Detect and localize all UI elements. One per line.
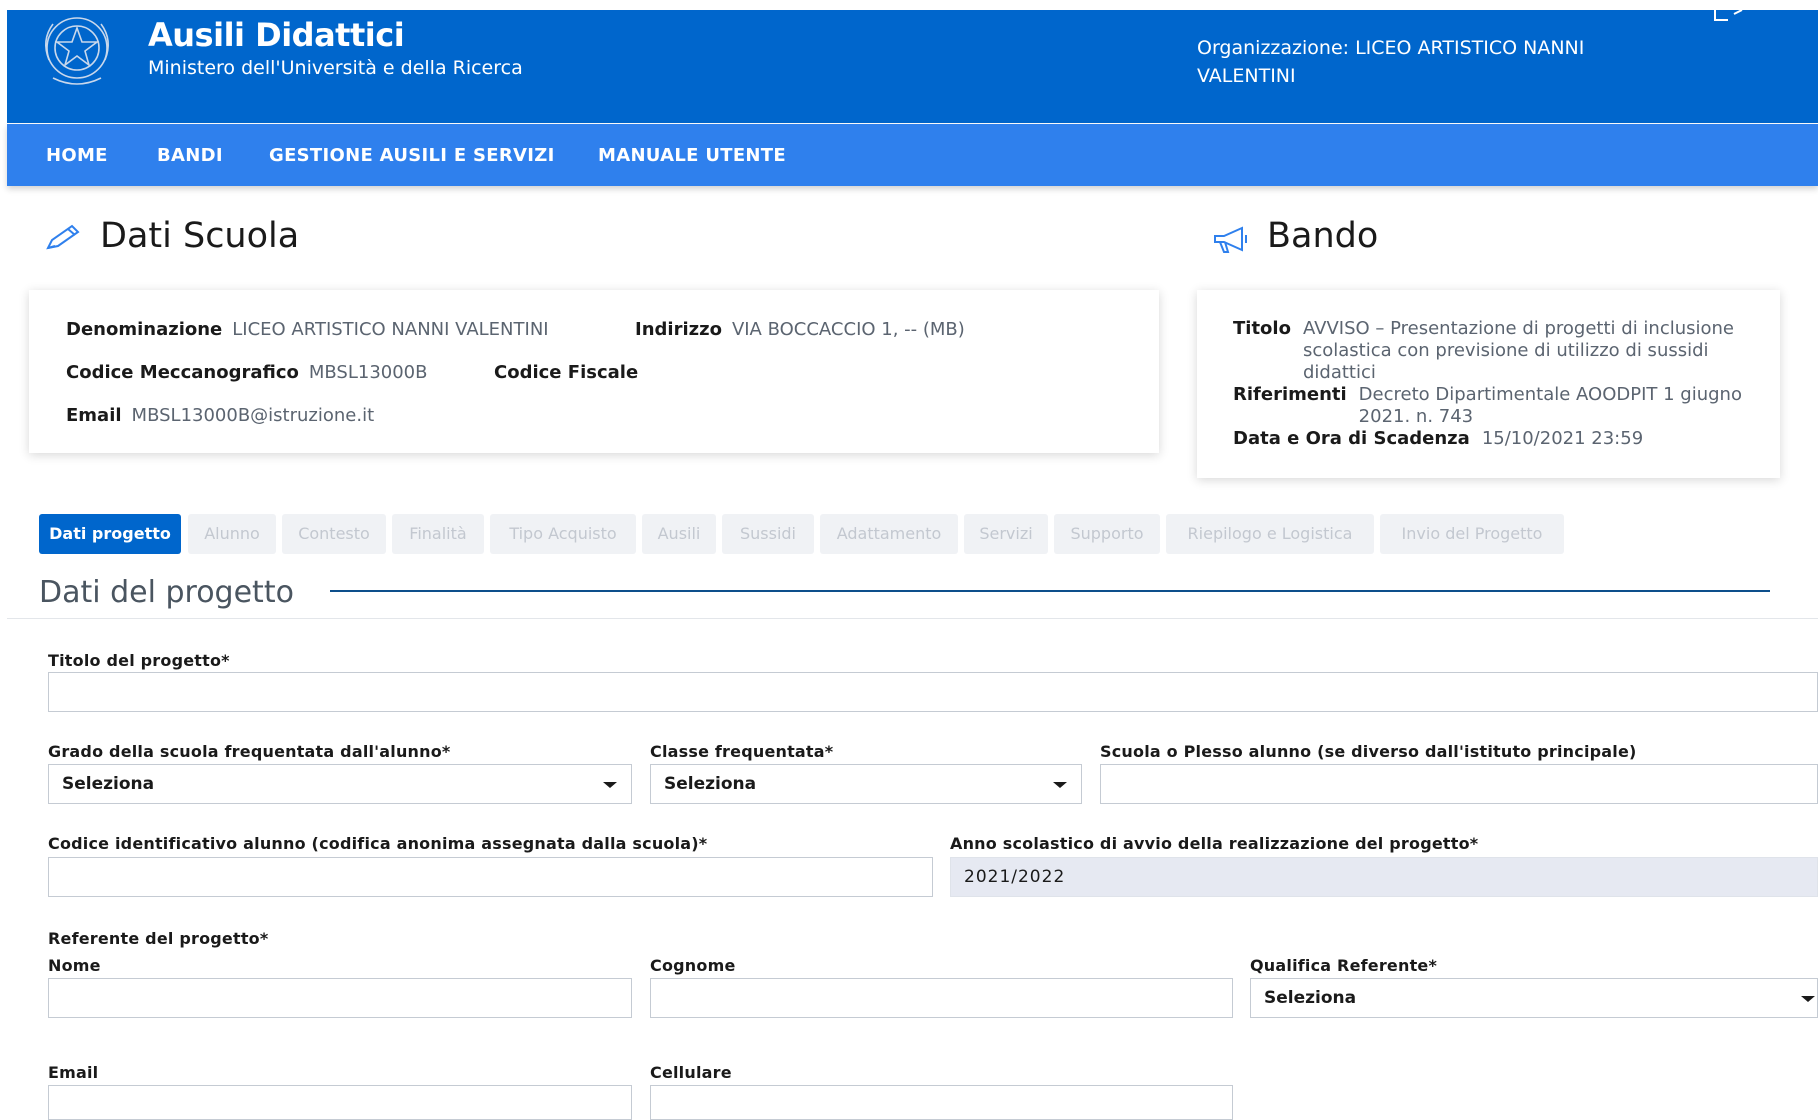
- tab-ausili[interactable]: Ausili: [642, 514, 716, 554]
- classe-frequentata-select[interactable]: Seleziona: [650, 764, 1082, 804]
- nav-manuale-utente[interactable]: MANUALE UTENTE: [598, 145, 786, 166]
- classe-frequentata-value: Seleziona: [664, 774, 757, 794]
- indirizzo-value: VIA BOCCACCIO 1, -- (MB): [731, 319, 965, 340]
- tab-dati-progetto[interactable]: Dati progetto: [39, 514, 181, 554]
- app-subtitle: Ministero dell'Università e della Ricerc…: [148, 57, 523, 79]
- grado-scuola-select[interactable]: Seleziona: [48, 764, 632, 804]
- qualifica-referente-select[interactable]: Seleziona: [1250, 978, 1818, 1018]
- nav-bandi[interactable]: BANDI: [157, 145, 223, 166]
- nome-input[interactable]: [48, 978, 632, 1018]
- tab-alunno[interactable]: Alunno: [188, 514, 276, 554]
- tab-finalita[interactable]: Finalità: [392, 514, 484, 554]
- bando-details: Titolo AVVISO – Presentazione di progett…: [1233, 318, 1753, 450]
- organization-label: Organizzazione: LICEO ARTISTICO NANNI VA…: [1197, 37, 1585, 87]
- nome-label: Nome: [48, 956, 101, 975]
- chevron-down-icon: [1801, 996, 1815, 1002]
- riferimenti-row: Riferimenti Decreto Dipartimentale AOODP…: [1233, 384, 1753, 428]
- school-card: Denominazione LICEO ARTISTICO NANNI VALEN…: [29, 290, 1159, 453]
- grado-scuola-value: Seleziona: [62, 774, 155, 794]
- titolo-row: Titolo AVVISO – Presentazione di progett…: [1233, 318, 1753, 384]
- bando-card: Titolo AVVISO – Presentazione di progett…: [1197, 290, 1780, 478]
- dati-scuola-title: Dati Scuola: [100, 216, 300, 256]
- denominazione-value: LICEO ARTISTICO NANNI VALENTINI: [232, 319, 549, 340]
- cognome-input[interactable]: [650, 978, 1233, 1018]
- tab-adattamento[interactable]: Adattamento: [820, 514, 958, 554]
- tab-servizi[interactable]: Servizi: [964, 514, 1048, 554]
- app-root: Ausili Didattici Ministero dell'Universi…: [0, 0, 1818, 1120]
- tab-invio-progetto[interactable]: Invio del Progetto: [1380, 514, 1564, 554]
- header: Ausili Didattici Ministero dell'Universi…: [7, 10, 1818, 123]
- anno-scolastico-label: Anno scolastico di avvio della realizzaz…: [950, 834, 1479, 853]
- riferimenti-value: Decreto Dipartimentale AOODPIT 1 giugno …: [1358, 384, 1742, 427]
- tab-tipo-acquisto[interactable]: Tipo Acquisto: [490, 514, 636, 554]
- referente-label: Referente del progetto*: [48, 929, 269, 948]
- scadenza-label: Data e Ora di Scadenza: [1233, 428, 1470, 449]
- codice-meccanografico-value: MBSL13000B: [308, 362, 428, 383]
- email-value: MBSL13000B@istruzione.it: [131, 405, 375, 426]
- nav-home[interactable]: HOME: [46, 145, 108, 166]
- email-row: Email MBSL13000B@istruzione.it: [66, 405, 374, 426]
- form-legend: Dati del progetto: [39, 575, 294, 610]
- denominazione-label: Denominazione: [66, 319, 223, 340]
- scadenza-row: Data e Ora di Scadenza 15/10/2021 23:59: [1233, 428, 1753, 450]
- republic-emblem-icon: [45, 17, 109, 85]
- indirizzo-label: Indirizzo: [635, 319, 722, 340]
- titolo-progetto-input[interactable]: [48, 672, 1818, 712]
- riferimenti-label: Riferimenti: [1233, 384, 1347, 405]
- qualifica-referente-value: Seleziona: [1264, 988, 1357, 1008]
- codice-meccanografico-row: Codice Meccanografico MBSL13000B: [66, 362, 428, 383]
- scuola-plesso-input[interactable]: [1100, 764, 1818, 804]
- grado-scuola-label: Grado della scuola frequentata dall'alun…: [48, 742, 451, 761]
- titolo-progetto-label: Titolo del progetto*: [48, 651, 230, 670]
- tab-contesto[interactable]: Contesto: [282, 514, 386, 554]
- codice-meccanografico-label: Codice Meccanografico: [66, 362, 299, 383]
- codice-fiscale-label: Codice Fiscale: [494, 362, 639, 383]
- chevron-down-icon: [603, 782, 617, 788]
- tab-riepilogo-logistica[interactable]: Riepilogo e Logistica: [1166, 514, 1374, 554]
- email-referente-label: Email: [48, 1063, 99, 1082]
- codice-alunno-input[interactable]: [48, 857, 933, 897]
- nav-gestione-ausili[interactable]: GESTIONE AUSILI E SERVIZI: [269, 145, 555, 166]
- pencil-icon: [46, 224, 80, 250]
- anno-scolastico-field: 2021/2022: [950, 857, 1818, 897]
- codice-alunno-label: Codice identificativo alunno (codifica a…: [48, 834, 708, 853]
- section-rule: [7, 618, 1818, 619]
- cognome-label: Cognome: [650, 956, 736, 975]
- bando-title: Bando: [1267, 216, 1379, 256]
- chevron-down-icon: [1053, 782, 1067, 788]
- cellulare-input[interactable]: [650, 1085, 1233, 1120]
- email-label: Email: [66, 405, 122, 426]
- tab-supporto[interactable]: Supporto: [1054, 514, 1160, 554]
- scuola-plesso-label: Scuola o Plesso alunno (se diverso dall'…: [1100, 742, 1637, 761]
- denominazione-row: Denominazione LICEO ARTISTICO NANNI VALEN…: [66, 319, 549, 340]
- classe-frequentata-label: Classe frequentata*: [650, 742, 834, 761]
- megaphone-icon: [1214, 226, 1247, 253]
- titolo-value: AVVISO – Presentazione di progetti di in…: [1302, 318, 1735, 383]
- app-title: Ausili Didattici: [148, 16, 405, 54]
- email-referente-input[interactable]: [48, 1085, 632, 1120]
- qualifica-referente-label: Qualifica Referente*: [1250, 956, 1438, 975]
- scadenza-value: 15/10/2021 23:59: [1481, 428, 1644, 449]
- logout-icon[interactable]: [1712, 10, 1746, 24]
- codice-fiscale-row: Codice Fiscale: [494, 362, 638, 383]
- indirizzo-row: Indirizzo VIA BOCCACCIO 1, -- (MB): [635, 319, 965, 340]
- titolo-label: Titolo: [1233, 318, 1291, 339]
- main-nav: HOME BANDI GESTIONE AUSILI E SERVIZI MAN…: [7, 124, 1818, 186]
- tab-sussidi[interactable]: Sussidi: [722, 514, 814, 554]
- cellulare-label: Cellulare: [650, 1063, 732, 1082]
- legend-divider: [330, 590, 1770, 592]
